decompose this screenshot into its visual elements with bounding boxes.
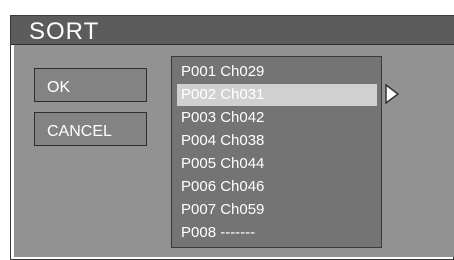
- list-item-selected[interactable]: P002 Ch031: [177, 84, 377, 106]
- cancel-button[interactable]: CANCEL: [34, 112, 147, 146]
- triangle-right-outline-icon: [385, 83, 400, 105]
- list-item[interactable]: P005 Ch044: [172, 153, 381, 175]
- dialog-title: SORT: [29, 18, 100, 45]
- ok-button[interactable]: OK: [34, 68, 147, 102]
- list-item[interactable]: P006 Ch046: [172, 176, 381, 198]
- list-item[interactable]: P004 Ch038: [172, 130, 381, 152]
- list-item[interactable]: P007 Ch059: [172, 199, 381, 221]
- channel-list[interactable]: P001 Ch029 P002 Ch031 P003 Ch042 P004 Ch…: [171, 56, 382, 248]
- title-bar: SORT: [11, 16, 454, 45]
- list-item[interactable]: P008 -------: [172, 222, 381, 244]
- list-item[interactable]: P003 Ch042: [172, 107, 381, 129]
- list-item[interactable]: P001 Ch029: [172, 61, 381, 83]
